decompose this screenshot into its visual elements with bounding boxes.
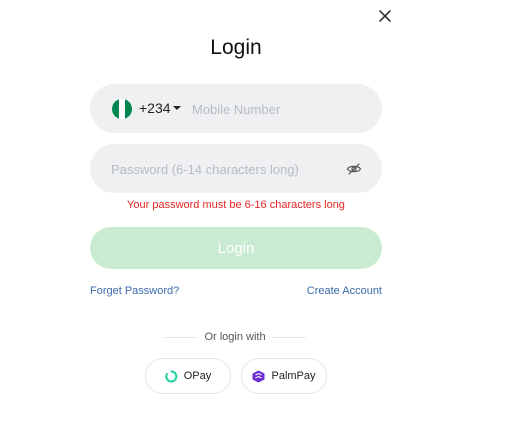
divider-line [164, 336, 199, 338]
country-code-select[interactable]: +234 [139, 100, 181, 116]
opay-label: OPay [183, 370, 212, 382]
country-code-label: +234 [139, 100, 171, 116]
palmpay-icon [252, 370, 265, 382]
eye-off-icon[interactable] [346, 162, 362, 176]
opay-login-button[interactable]: OPay [145, 358, 231, 394]
palmpay-label: PalmPay [271, 370, 316, 382]
forget-password-link[interactable]: Forget Password? [90, 285, 179, 297]
palmpay-login-button[interactable]: PalmPay [241, 358, 327, 394]
opay-icon [165, 370, 178, 382]
password-error-message: Your password must be 6-16 characters lo… [127, 199, 345, 211]
page-title: Login [210, 36, 262, 59]
mobile-number-input[interactable] [192, 97, 362, 121]
password-field [90, 144, 382, 193]
phone-field: +234 [90, 84, 382, 133]
close-icon[interactable] [376, 7, 394, 25]
divider-text: Or login with [204, 331, 266, 343]
login-button[interactable]: Login [90, 227, 382, 269]
caret-down-icon [172, 106, 181, 110]
login-with-divider: Or login with [164, 331, 307, 343]
password-input[interactable] [111, 158, 341, 180]
divider-line [271, 336, 307, 338]
nigeria-flag-icon [112, 99, 132, 119]
create-account-link[interactable]: Create Account [307, 285, 382, 297]
